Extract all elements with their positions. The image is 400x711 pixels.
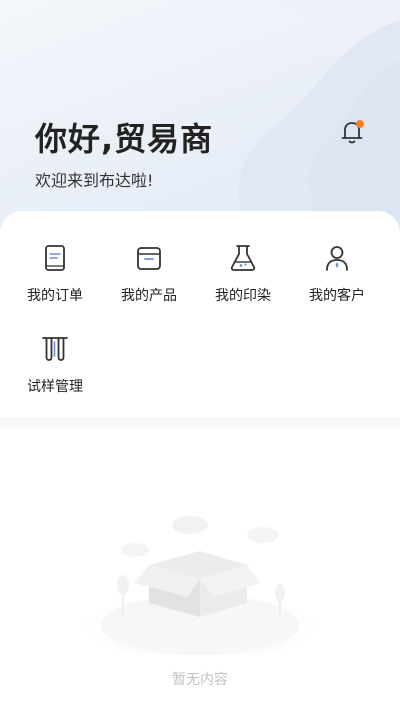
greeting-title: 你好,贸易商 — [35, 120, 214, 158]
menu-item-label: 试样管理 — [27, 379, 83, 395]
empty-box-icon — [80, 516, 320, 655]
menu-item-products[interactable]: 我的产品 — [99, 243, 199, 313]
menu-item-dyeing[interactable]: 我的印染 — [193, 243, 293, 313]
customer-icon — [326, 246, 348, 271]
section-divider — [0, 418, 400, 428]
product-box-icon — [137, 247, 161, 270]
flask-icon — [230, 245, 256, 271]
menu-card: 我的订单 我的产品 我的印染 我的客户 试样管理 — [0, 211, 400, 423]
notification-dot — [356, 120, 364, 128]
menu-item-label: 我的客户 — [309, 288, 365, 304]
order-icon — [45, 245, 65, 271]
menu-item-customers[interactable]: 我的客户 — [287, 243, 387, 313]
menu-item-label: 我的印染 — [215, 288, 271, 304]
menu-item-label: 我的订单 — [27, 288, 83, 304]
menu-item-orders[interactable]: 我的订单 — [5, 243, 105, 313]
menu-item-label: 我的产品 — [121, 288, 177, 304]
welcome-subtitle: 欢迎来到布达啦! — [35, 171, 154, 190]
test-tube-icon — [42, 337, 68, 361]
empty-state-text: 暂无内容 — [172, 672, 228, 688]
menu-item-samples[interactable]: 试样管理 — [5, 334, 105, 404]
